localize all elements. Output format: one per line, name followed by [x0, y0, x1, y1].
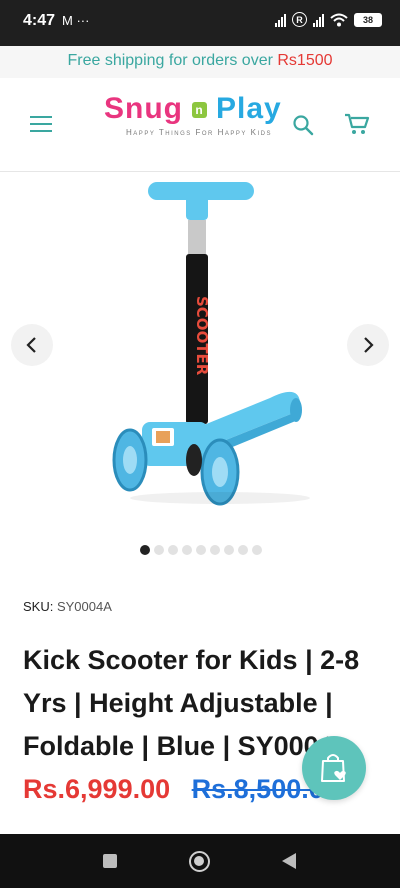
search-icon[interactable]: [292, 114, 314, 136]
slide-dot[interactable]: [182, 545, 192, 555]
sku-label: SKU:: [23, 599, 54, 614]
logo-word-snug: Snug: [104, 92, 183, 125]
logo-tagline: Happy Things For Happy Kids: [126, 128, 272, 137]
slide-dot[interactable]: [238, 545, 248, 555]
battery-icon: 38: [354, 12, 382, 27]
sku-value: SY0004A: [56, 599, 112, 614]
floating-cart-button[interactable]: [302, 736, 366, 800]
notification-icons: M ···: [62, 13, 90, 28]
svg-text:SCOOTER: SCOOTER: [193, 296, 211, 376]
site-header: Snug n Play Happy Things For Happy Kids: [0, 78, 400, 172]
product-sku: SKU: SY0004A: [23, 599, 112, 614]
back-icon[interactable]: [282, 853, 296, 869]
price-row: Rs.6,999.00 Rs.8,500.00: [23, 774, 339, 805]
slide-dot[interactable]: [252, 545, 262, 555]
product-gallery[interactable]: SCOOTER: [0, 172, 400, 572]
shopping-bag-heart-icon: [321, 754, 346, 782]
announcement-amount: Rs1500: [277, 52, 333, 69]
signal-icon: [275, 13, 286, 27]
slide-indicator: [140, 545, 262, 555]
slide-dot[interactable]: [168, 545, 178, 555]
hamburger-menu-icon[interactable]: [30, 116, 52, 134]
announcement-text: Free shipping for orders over: [67, 52, 278, 69]
slide-dot[interactable]: [224, 545, 234, 555]
cart-icon[interactable]: [344, 112, 370, 136]
status-bar: 4:47 M ··· R 38: [0, 0, 400, 46]
site-logo[interactable]: Snug n Play Happy Things For Happy Kids: [104, 92, 294, 152]
signal-icon: [313, 13, 324, 27]
recents-icon[interactable]: [103, 854, 117, 868]
status-time: 4:47: [23, 12, 56, 29]
home-icon[interactable]: [189, 851, 210, 872]
logo-connector: n: [192, 102, 207, 119]
system-nav-bar: [0, 834, 400, 888]
product-image: SCOOTER: [112, 182, 310, 506]
sale-price: Rs.6,999.00: [23, 774, 171, 804]
slide-dot[interactable]: [196, 545, 206, 555]
prev-slide-button[interactable]: [11, 324, 53, 366]
chevron-left-icon: [26, 337, 36, 353]
announcement-bar: Free shipping for orders over Rs1500: [0, 46, 400, 78]
slide-dot[interactable]: [210, 545, 220, 555]
roaming-icon: R: [292, 12, 307, 27]
wifi-icon: [330, 13, 348, 26]
slide-dot[interactable]: [140, 545, 150, 555]
logo-wordmark: Snug n Play: [104, 92, 294, 126]
chevron-right-icon: [364, 337, 374, 353]
next-slide-button[interactable]: [347, 324, 389, 366]
logo-word-play: Play: [216, 92, 282, 125]
status-right-icons: R 38: [275, 12, 382, 27]
slide-dot[interactable]: [154, 545, 164, 555]
